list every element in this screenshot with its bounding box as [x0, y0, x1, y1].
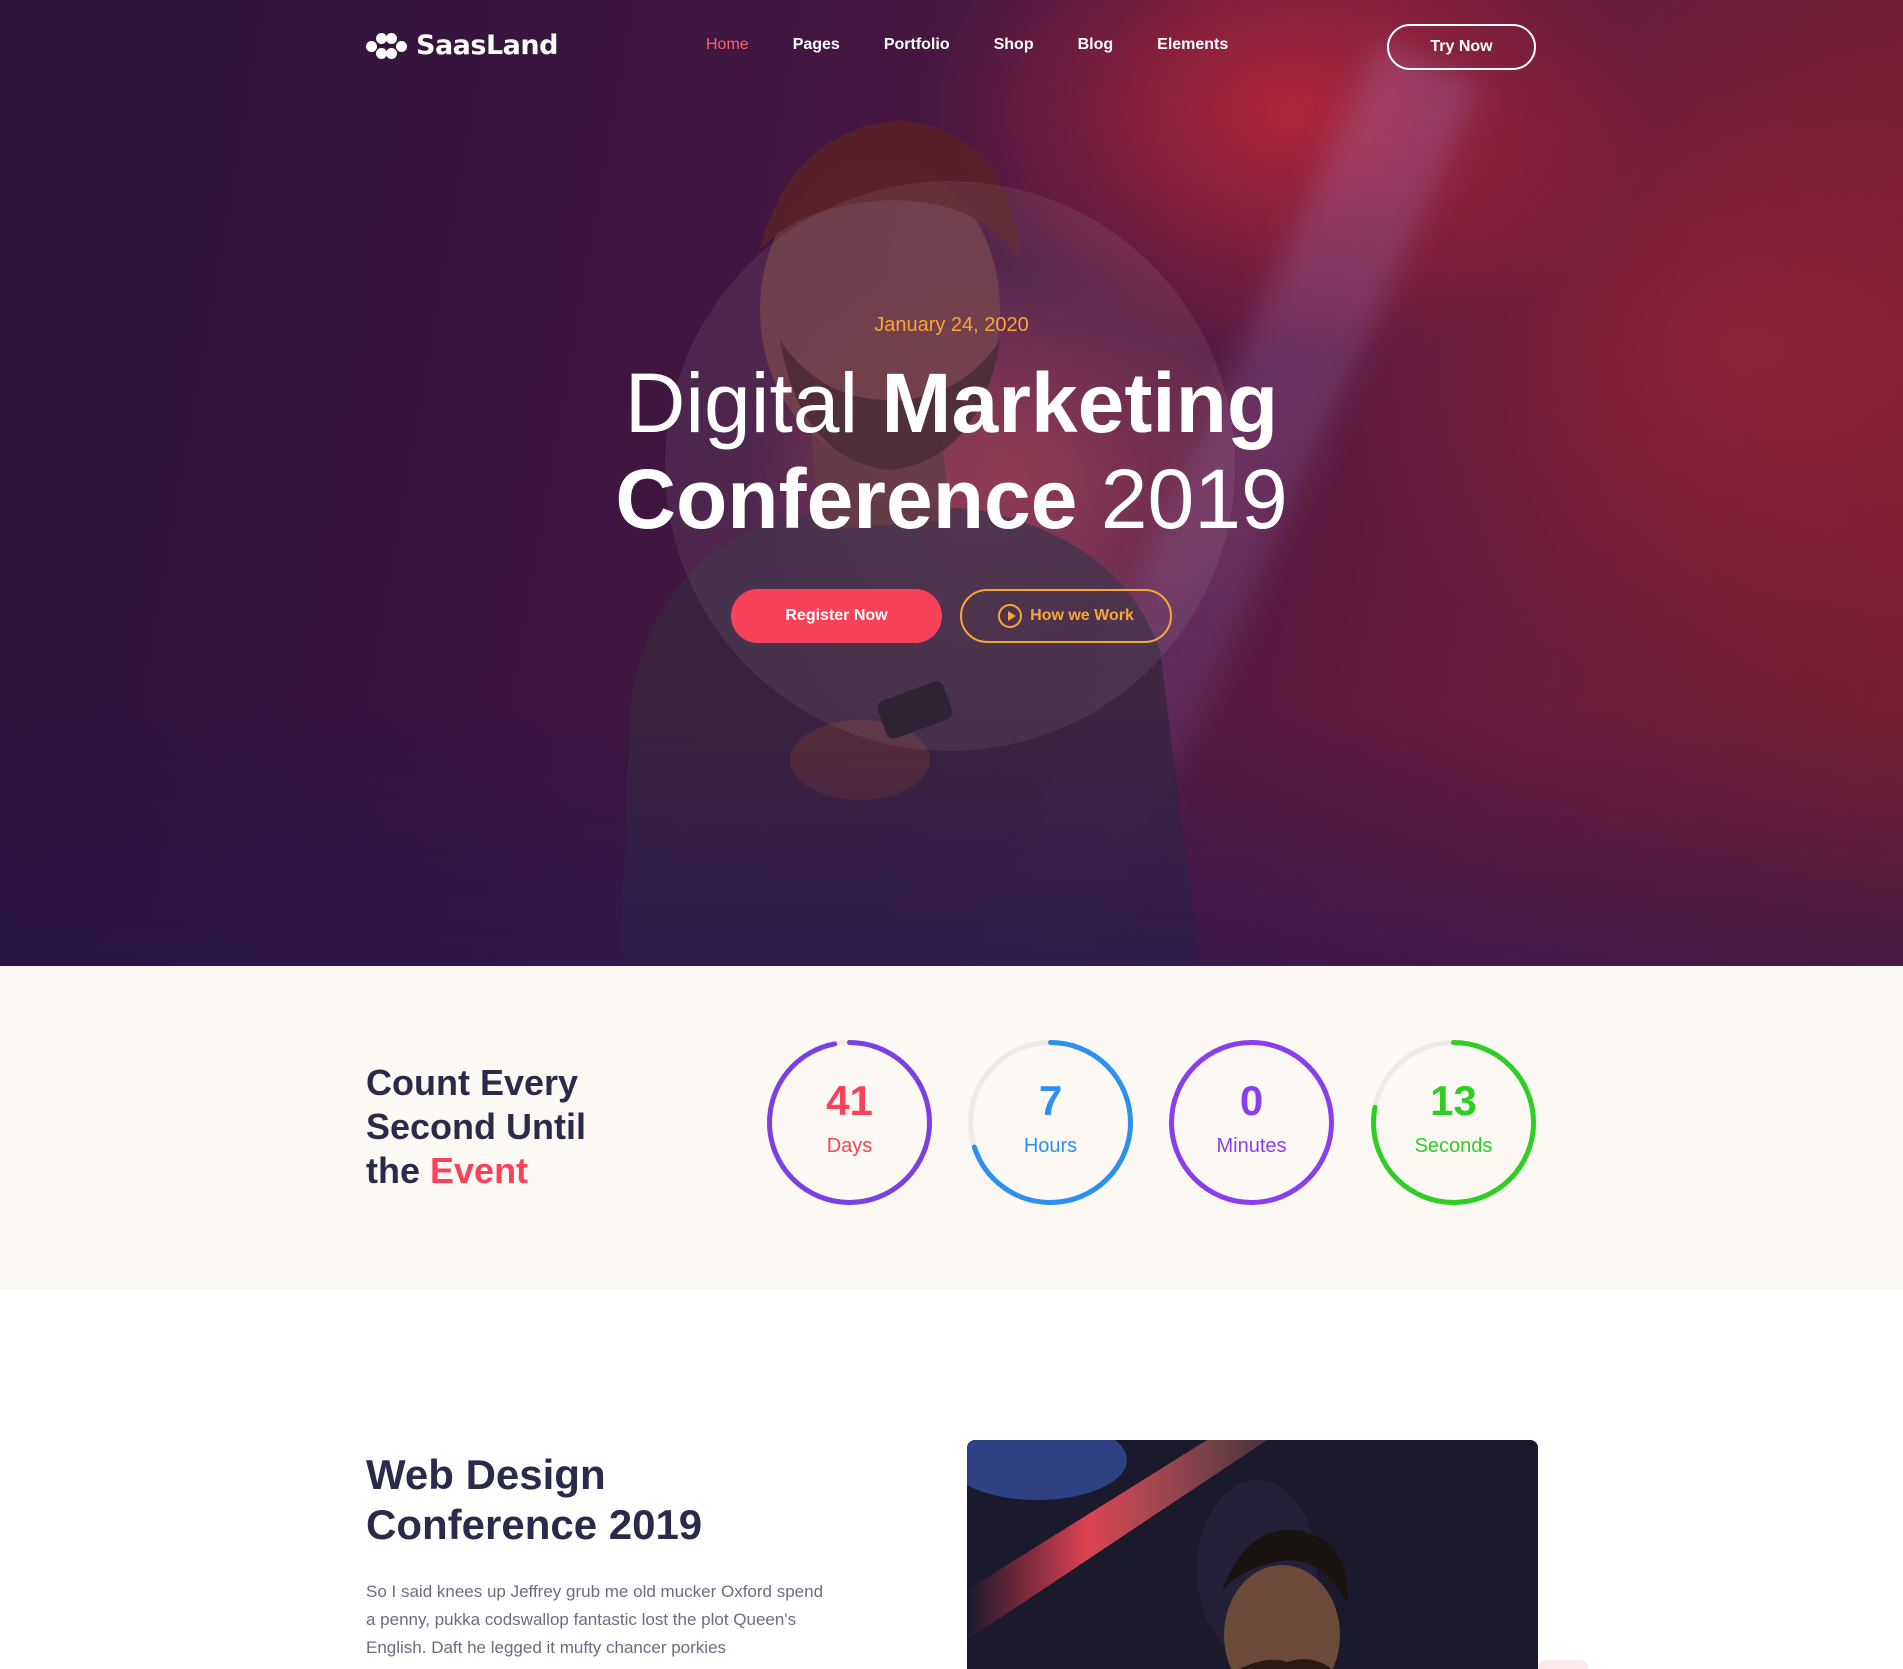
- nav-elements[interactable]: Elements: [1157, 36, 1228, 54]
- event-date: January 24, 2020: [874, 314, 1029, 336]
- hero-title-part: Digital: [624, 356, 882, 450]
- play-icon: [998, 604, 1023, 628]
- about-title-line: Web Design: [366, 1451, 606, 1498]
- hero-title: Digital Marketing Conference 2019: [0, 355, 1903, 547]
- how-we-work-label: How we Work: [1030, 607, 1134, 624]
- timer-days: 41 Days: [766, 1039, 933, 1206]
- countdown-heading-line: Second Until: [366, 1106, 587, 1147]
- main-menu: Home Pages Portfolio Shop Blog Elements: [706, 36, 1272, 54]
- nav-blog[interactable]: Blog: [1078, 36, 1114, 54]
- timer-value: 0: [1239, 1077, 1264, 1124]
- timer-label: Minutes: [1216, 1135, 1287, 1157]
- about-speaker-image: [967, 1440, 1538, 1669]
- timer-label: Hours: [1023, 1135, 1078, 1157]
- timer-seconds: 13 Seconds: [1370, 1039, 1537, 1206]
- countdown-heading: Count Every Second Until the Event: [366, 1061, 586, 1193]
- timer-hours: 7 Hours: [967, 1039, 1134, 1206]
- nav-portfolio[interactable]: Portfolio: [884, 36, 950, 54]
- timer-value: 41: [826, 1077, 873, 1124]
- logo-text: SaasLand: [416, 30, 558, 61]
- timer-minutes: 0 Minutes: [1168, 1039, 1335, 1206]
- nav-home[interactable]: Home: [706, 36, 749, 54]
- about-description: So I said knees up Jeffrey grub me old m…: [366, 1582, 824, 1657]
- about-title: Web Design Conference 2019: [366, 1450, 702, 1550]
- countdown-heading-line: Count Every: [366, 1062, 579, 1103]
- timer-value: 7: [1038, 1077, 1063, 1124]
- decorative-shape: [1538, 1660, 1588, 1669]
- hero-title-part: Conference: [615, 452, 1078, 546]
- about-title-line: Conference 2019: [366, 1501, 703, 1548]
- timer-label: Days: [826, 1135, 873, 1157]
- logo-icon: [366, 32, 407, 59]
- countdown-section: Count Every Second Until the Event 41 Da…: [0, 966, 1903, 1290]
- logo[interactable]: SaasLand: [366, 30, 558, 61]
- try-now-button[interactable]: Try Now: [1387, 24, 1536, 70]
- hero-title-part: Marketing: [881, 356, 1279, 450]
- register-now-button[interactable]: Register Now: [731, 589, 942, 643]
- hero-title-part: 2019: [1077, 452, 1288, 546]
- countdown-heading-accent: Event: [430, 1150, 529, 1191]
- countdown-heading-line: the: [366, 1150, 431, 1191]
- timer-label: Seconds: [1414, 1135, 1493, 1157]
- nav-pages[interactable]: Pages: [793, 36, 840, 54]
- how-we-work-button[interactable]: How we Work: [960, 589, 1172, 643]
- timer-value: 13: [1430, 1077, 1477, 1124]
- main-navbar: SaasLand Home Pages Portfolio Shop Blog …: [0, 0, 1903, 95]
- nav-shop[interactable]: Shop: [994, 36, 1034, 54]
